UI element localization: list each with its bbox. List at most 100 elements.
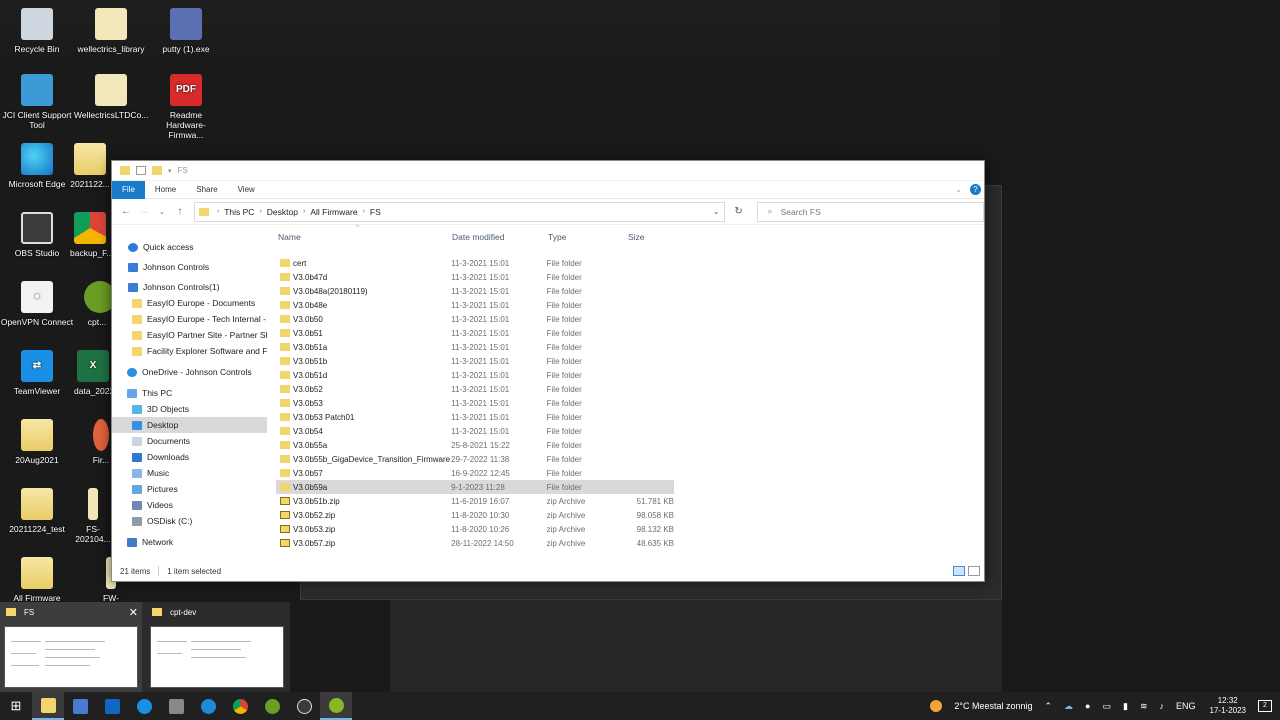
- preview-fs[interactable]: FS ✕: [0, 602, 142, 692]
- search-box[interactable]: ⌕ Search FS: [756, 201, 985, 222]
- weather-icon[interactable]: [930, 700, 943, 712]
- chevron-down-icon[interactable]: ⌄: [713, 207, 720, 216]
- table-row[interactable]: V3.0b53 11-3-2021 15:01 File folder: [276, 396, 674, 410]
- properties-icon[interactable]: [136, 166, 146, 175]
- sidebar-item-easyio-europe-tech-internal-dc[interactable]: EasyIO Europe - Tech Internal - Dc: [112, 311, 267, 327]
- usb-icon[interactable]: ▭: [1102, 701, 1111, 712]
- help-icon[interactable]: ?: [970, 184, 981, 195]
- sidebar-item-quick-access[interactable]: Quick access: [112, 239, 267, 255]
- desktop-icon-openvpn[interactable]: ● OpenVPN Connect: [0, 281, 74, 327]
- table-row[interactable]: V3.0b57.zip 28-11-2022 14:50 zip Archive 48…: [276, 536, 674, 550]
- large-icons-view-icon[interactable]: [968, 566, 980, 576]
- recent-locations-icon[interactable]: ⌄: [154, 208, 170, 216]
- column-header-size[interactable]: Size: [628, 232, 676, 242]
- back-icon[interactable]: ←: [118, 206, 134, 217]
- tab-home[interactable]: Home: [145, 181, 186, 199]
- table-row[interactable]: V3.0b57 16-9-2022 12:45 File folder: [276, 466, 674, 480]
- table-row[interactable]: V3.0b51d 11-3-2021 15:01 File folder: [276, 368, 674, 382]
- details-view-icon[interactable]: [953, 566, 965, 576]
- breadcrumb-all-firmware[interactable]: All Firmware: [310, 207, 357, 217]
- taskbar-edge[interactable]: [192, 692, 224, 720]
- table-row[interactable]: V3.0b55a 25-8-2021 15:22 File folder: [276, 438, 674, 452]
- close-icon[interactable]: ✕: [129, 606, 138, 619]
- taskbar-file-explorer[interactable]: [32, 692, 64, 720]
- table-row[interactable]: V3.0b51b.zip 11-6-2019 16:07 zip Archive 51…: [276, 494, 674, 508]
- desktop-icon-20211224-test[interactable]: 20211224_test: [0, 488, 74, 534]
- tab-view[interactable]: View: [228, 181, 265, 199]
- sidebar-item-johnson-controls-1[interactable]: Johnson Controls(1): [112, 279, 267, 295]
- clock[interactable]: 12:32 17-1-2023: [1210, 696, 1246, 716]
- taskbar-cpt-2[interactable]: [320, 692, 352, 720]
- sidebar-item-easyio-europe-documents[interactable]: EasyIO Europe - Documents: [112, 295, 267, 311]
- table-row[interactable]: V3.0b55b_GigaDevice_Transition_Firmware 2…: [276, 452, 674, 466]
- desktop-icon-cpt[interactable]: cpt...: [84, 281, 116, 327]
- volume-icon[interactable]: ♪: [1160, 701, 1165, 711]
- breadcrumb-desktop[interactable]: Desktop: [267, 207, 298, 217]
- taskbar-app-2[interactable]: [64, 692, 96, 720]
- desktop-icon-jci-client-support[interactable]: JCI Client Support Tool: [0, 74, 74, 130]
- wifi-icon[interactable]: ≋: [1140, 701, 1148, 712]
- taskbar-teamviewer[interactable]: [128, 692, 160, 720]
- sidebar-item-videos[interactable]: Videos: [112, 497, 267, 513]
- sidebar-item-easyio-partner-site-partner-share[interactable]: EasyIO Partner Site - Partner Share: [112, 327, 267, 343]
- sidebar-item-desktop[interactable]: Desktop: [112, 417, 267, 433]
- table-row[interactable]: V3.0b51b 11-3-2021 15:01 File folder: [276, 354, 674, 368]
- desktop-icon-backup[interactable]: backup_F...: [70, 212, 113, 258]
- onedrive-icon[interactable]: ☁: [1064, 701, 1073, 712]
- taskbar-chrome[interactable]: [224, 692, 256, 720]
- sidebar-item-music[interactable]: Music: [112, 465, 267, 481]
- column-header-type[interactable]: Type: [548, 232, 628, 242]
- battery-icon[interactable]: ▮: [1123, 701, 1128, 712]
- column-header-date[interactable]: Date modified: [452, 232, 548, 242]
- table-row[interactable]: V3.0b51 11-3-2021 15:01 File folder: [276, 326, 674, 340]
- column-header-name[interactable]: ^ Name: [276, 225, 452, 242]
- refresh-icon[interactable]: ↻: [729, 206, 749, 217]
- desktop-icon-all-firmware[interactable]: All Firmware: [0, 557, 74, 603]
- desktop-icon-teamviewer[interactable]: ⇄ TeamViewer: [0, 350, 74, 396]
- desktop-icon-putty[interactable]: putty (1).exe: [149, 8, 223, 54]
- table-row[interactable]: V3.0b53 Patch01 11-3-2021 15:01 File folde…: [276, 410, 674, 424]
- desktop-icon-20aug2021[interactable]: 20Aug2021: [0, 419, 74, 465]
- table-row[interactable]: V3.0b47d 11-3-2021 15:01 File folder: [276, 270, 674, 284]
- desktop-icon-20211224[interactable]: 2021122...: [70, 143, 110, 189]
- preview-cpt-dev[interactable]: cpt-dev: [146, 602, 288, 692]
- sidebar-item-documents[interactable]: Documents: [112, 433, 267, 449]
- start-button[interactable]: ⊞: [0, 692, 32, 720]
- microphone-icon[interactable]: ●: [1085, 701, 1090, 711]
- new-folder-icon[interactable]: [152, 166, 162, 175]
- sidebar-item-this-pc[interactable]: This PC: [112, 385, 267, 401]
- sidebar-item-network[interactable]: Network: [112, 534, 267, 550]
- table-row[interactable]: V3.0b54 11-3-2021 15:01 File folder: [276, 424, 674, 438]
- expand-ribbon-icon[interactable]: ⌄: [955, 185, 962, 194]
- table-row[interactable]: V3.0b48a(20180119) 11-3-2021 15:01 File fo…: [276, 284, 674, 298]
- up-icon[interactable]: ↑: [172, 206, 188, 217]
- customize-toolbar-icon[interactable]: ▾: [168, 167, 172, 175]
- breadcrumb-fs[interactable]: FS: [370, 207, 381, 217]
- show-hidden-icons-icon[interactable]: ⌃: [1045, 701, 1053, 712]
- tab-file[interactable]: File: [112, 180, 145, 199]
- table-row[interactable]: V3.0b59a 9-1-2023 11:28 File folder: [276, 480, 674, 494]
- desktop-icon-fir[interactable]: Fir...: [90, 419, 112, 465]
- table-row[interactable]: V3.0b52.zip 11-8-2020 10:30 zip Archive 98.…: [276, 508, 674, 522]
- desktop-icon-readme-pdf[interactable]: PDF Readme Hardware-Firmwa...: [149, 74, 223, 140]
- desktop-icon-wellectrics-ltd[interactable]: WellectricsLTDCo...: [74, 74, 148, 120]
- weather-text[interactable]: 2°C Meestal zonnig: [954, 701, 1032, 711]
- sidebar-item-johnson-controls[interactable]: Johnson Controls: [112, 259, 267, 275]
- sidebar-item-onedrive-johnson-controls[interactable]: OneDrive - Johnson Controls: [112, 364, 267, 380]
- table-row[interactable]: V3.0b51a 11-3-2021 15:01 File folder: [276, 340, 674, 354]
- sidebar-item-pictures[interactable]: Pictures: [112, 481, 267, 497]
- tab-share[interactable]: Share: [186, 181, 227, 199]
- desktop-icon-fs-2021[interactable]: FS-202104...: [74, 488, 112, 544]
- taskbar-cpt-1[interactable]: [256, 692, 288, 720]
- chevron-right-icon[interactable]: ›: [363, 208, 365, 215]
- sidebar-item-facility-explorer-software-and-file[interactable]: Facility Explorer Software and File: [112, 343, 267, 359]
- taskbar-obs[interactable]: [288, 692, 320, 720]
- table-row[interactable]: V3.0b52 11-3-2021 15:01 File folder: [276, 382, 674, 396]
- taskbar-app-5[interactable]: [160, 692, 192, 720]
- taskbar-outlook[interactable]: [96, 692, 128, 720]
- notification-center-icon[interactable]: 2: [1258, 700, 1272, 712]
- sidebar-item-downloads[interactable]: Downloads: [112, 449, 267, 465]
- desktop-icon-recycle-bin[interactable]: Recycle Bin: [0, 8, 74, 54]
- sidebar-item-osdisk-c[interactable]: OSDisk (C:): [112, 513, 267, 529]
- forward-icon[interactable]: →: [136, 206, 152, 217]
